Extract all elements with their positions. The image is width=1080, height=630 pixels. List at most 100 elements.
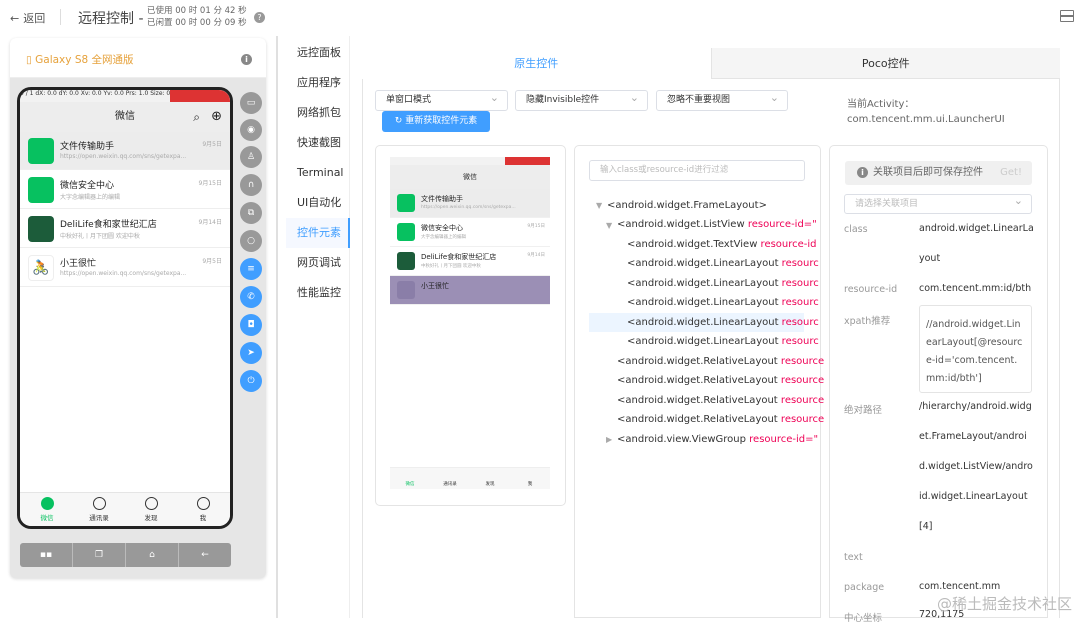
search-icon[interactable]: ⌕: [193, 102, 200, 132]
save-widget-bar: i 关联项目后即可保存控件 Get!: [845, 161, 1032, 185]
info-icon: i: [857, 167, 868, 178]
tab-poco-widgets[interactable]: Poco控件: [710, 48, 1060, 79]
phone-screen[interactable]: 0 / 1 dX: 0.0 dY: 0.0 Xv: 0.0 Yv: 0.0 Pr…: [17, 87, 233, 529]
eye-icon[interactable]: ◉: [240, 119, 262, 141]
menu-web-debug[interactable]: 网页调试: [286, 248, 350, 278]
prop-key: package: [844, 582, 885, 593]
arrow-left-icon: ←: [10, 11, 20, 25]
file-transfer-icon: [28, 138, 54, 164]
tree-node[interactable]: <android.view.ViewGroup resource-id=": [617, 430, 818, 449]
list-item[interactable]: 🚴 小王很忙 https://open.weixin.qq.com/sns/ge…: [20, 249, 230, 287]
tree-node[interactable]: <android.widget.TextView resource-id: [627, 235, 817, 254]
divider: [60, 9, 61, 25]
phone-icon[interactable]: ✆: [240, 286, 262, 308]
tree-node[interactable]: <android.widget.RelativeLayout resource: [617, 371, 824, 390]
current-activity: 当前Activity： com.tencent.mm.ui.LauncherUI: [847, 99, 1005, 125]
delilife-avatar: [28, 216, 54, 242]
help-icon[interactable]: ?: [254, 12, 265, 23]
xpath-value[interactable]: //android.widget.LinearLayout[@resource-…: [919, 305, 1032, 393]
mini-status-bar: [390, 157, 550, 165]
back-button[interactable]: ← 返回: [10, 10, 45, 26]
tree-node[interactable]: <android.widget.RelativeLayout resource: [617, 410, 824, 429]
power-icon[interactable]: ⏻: [240, 370, 262, 392]
idle-time: 已闲置 00 时 00 分 09 秒: [147, 18, 247, 28]
list-item[interactable]: 微信安全中心 大字念编辑器上的编辑 9月15日: [20, 171, 230, 209]
menu-packet-capture[interactable]: 网络抓包: [286, 98, 350, 128]
chat-icon: [40, 497, 54, 510]
prop-key: text: [844, 552, 863, 563]
page-title: 远程控制 -: [78, 11, 144, 27]
prop-key: resource-id: [844, 284, 898, 295]
menu-terminal[interactable]: Terminal: [286, 158, 350, 188]
video-icon[interactable]: ▭: [240, 92, 262, 114]
user-icon[interactable]: ♙: [240, 146, 262, 168]
caret-right-icon[interactable]: ▶: [606, 435, 612, 444]
device-nav-bar: ▪▪ ❐ ⌂ ←: [20, 543, 231, 567]
tab-contacts[interactable]: 通讯录: [79, 497, 119, 522]
search-icon[interactable]: ○: [240, 230, 262, 252]
list-item[interactable]: 文件传输助手 https://open.weixin.qq.com/sns/ge…: [20, 132, 230, 170]
security-center-icon: [28, 177, 54, 203]
prop-value: android.widget.LinearLayout: [919, 223, 1034, 264]
status-bar: 0 / 1 dX: 0.0 dY: 0.0 Xv: 0.0 Yv: 0.0 Pr…: [20, 90, 230, 102]
tree-node[interactable]: <android.widget.RelativeLayout resource: [617, 391, 824, 410]
window-mode-select[interactable]: 单窗口模式: [375, 88, 508, 111]
tree-node[interactable]: <android.widget.ListView resource-id=": [617, 215, 817, 234]
tree-node[interactable]: <android.widget.RelativeLayout resource: [617, 352, 824, 371]
mini-list-item-highlighted: 小王很忙: [390, 276, 550, 305]
tab-me[interactable]: 我: [183, 497, 223, 522]
mini-tab-bar: 微信 通讯录 发现我: [390, 467, 550, 489]
menu-apps[interactable]: 应用程序: [286, 68, 350, 98]
filter-input[interactable]: 输入class或resource-id进行过滤: [589, 160, 805, 181]
cyclist-avatar: 🚴: [28, 255, 54, 281]
camera-icon[interactable]: ◘: [240, 314, 262, 336]
send-icon[interactable]: ➤: [240, 342, 262, 364]
apps-icon[interactable]: ▪▪: [20, 543, 73, 567]
wechat-title: 微信 ⌕ ⊕: [20, 102, 230, 132]
tab-native-widgets[interactable]: 原生控件: [362, 48, 711, 79]
menu-ui-automation[interactable]: UI自动化: [286, 188, 350, 218]
prop-key: 中心坐标: [844, 613, 883, 624]
mini-list-item: 微信安全中心 大字念编辑器上的编辑 9月15日: [390, 218, 550, 247]
recent-icon[interactable]: ❐: [73, 543, 126, 567]
tree-node[interactable]: <android.widget.LinearLayout resourc: [627, 274, 819, 293]
tree-node[interactable]: <android.widget.LinearLayout resourc: [627, 293, 819, 312]
device-info-icon[interactable]: i: [241, 54, 252, 65]
invisible-select[interactable]: 隐藏Invisible控件: [515, 88, 648, 111]
menu-screenshot[interactable]: 快速截图: [286, 128, 350, 158]
tree-node[interactable]: <android.widget.LinearLayout resourc: [627, 332, 819, 351]
back-icon[interactable]: ←: [179, 543, 231, 567]
usage-info: 已使用 00 时 01 分 42 秒已闲置 00 时 00 分 09 秒: [147, 5, 247, 29]
prop-key: xpath推荐: [844, 316, 891, 327]
prop-key: class: [844, 224, 868, 235]
tree-node[interactable]: <android.widget.FrameLayout>: [607, 196, 767, 215]
tab-discover[interactable]: 发现: [131, 497, 171, 522]
menu-remote-panel[interactable]: 远控面板: [286, 38, 350, 68]
compass-icon: [144, 497, 158, 510]
layout-toggle-icon[interactable]: [1060, 10, 1074, 22]
list-item[interactable]: DeliLife食和家世纪汇店 中秋好礼丨月下团圆 欢迎中秋 9月14日: [20, 210, 230, 248]
copy-icon[interactable]: ⧉: [240, 202, 262, 224]
tree-node-selected[interactable]: <android.widget.LinearLayout resourc: [589, 313, 819, 332]
panel-splitter[interactable]: [276, 36, 278, 618]
tab-wechat[interactable]: 微信: [27, 497, 67, 522]
device-name: ▯ Galaxy S8 全网通版: [26, 54, 134, 66]
project-select[interactable]: 请选择关联项目: [844, 192, 1032, 214]
add-icon[interactable]: ⊕: [211, 102, 222, 132]
mini-list-item: DeliLife食和家世纪汇店 中秋好礼丨月下团圆 欢迎中秋 9月14日: [390, 247, 550, 276]
view-filter-select[interactable]: 忽略不重要视图: [656, 88, 788, 111]
caret-down-icon[interactable]: ▼: [596, 201, 602, 210]
contacts-icon: [92, 497, 106, 510]
prop-value: com.tencent.mm:id/bth: [919, 283, 1032, 294]
screen-preview[interactable]: 微信 文件传输助手 https://open.weixin.qq.com/sns/…: [390, 157, 550, 489]
tree-node[interactable]: <android.widget.LinearLayout resourc: [627, 254, 819, 273]
headset-icon[interactable]: ∩: [240, 174, 262, 196]
caret-down-icon[interactable]: ▼: [606, 221, 612, 230]
get-button[interactable]: Get!: [1000, 161, 1022, 185]
refresh-icon: ↻: [394, 116, 406, 126]
refresh-button[interactable]: ↻ 重新获取控件元素: [382, 111, 490, 132]
menu-widget-elements[interactable]: 控件元素: [286, 218, 350, 248]
home-icon[interactable]: ⌂: [126, 543, 179, 567]
menu-performance[interactable]: 性能监控: [286, 278, 350, 308]
settings-icon[interactable]: ≡: [240, 258, 262, 280]
